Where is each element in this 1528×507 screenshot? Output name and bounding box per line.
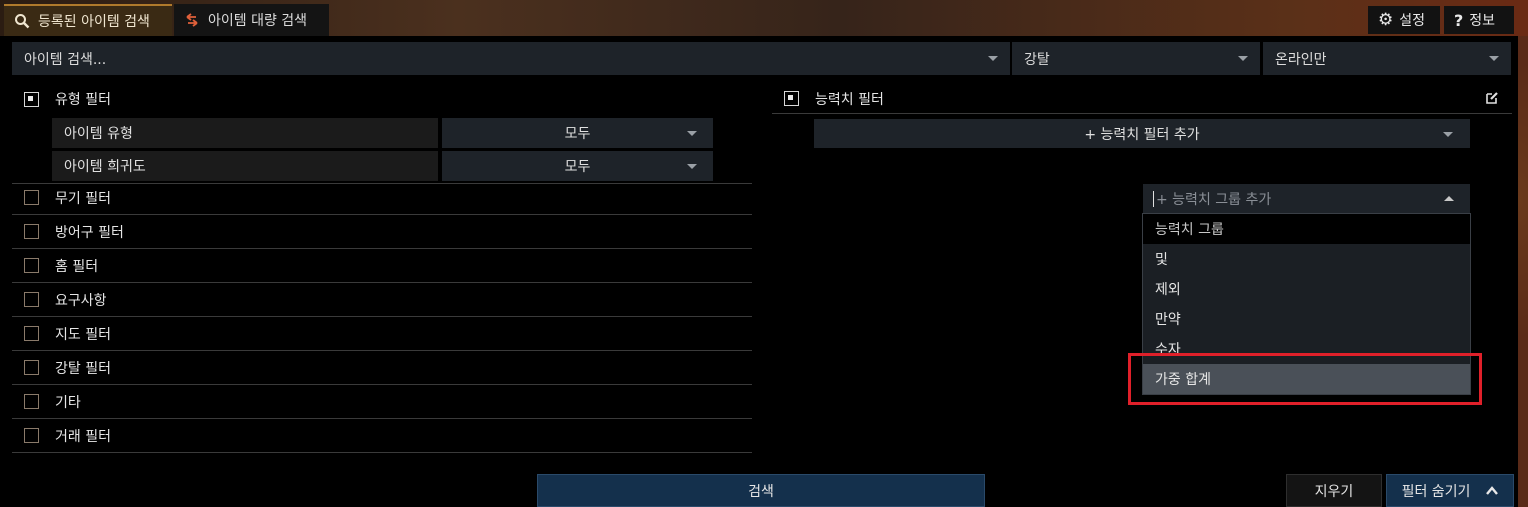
edit-icon[interactable] — [1485, 91, 1499, 105]
stat-group-input[interactable]: + 능력치 그룹 추가 — [1143, 184, 1470, 213]
group-checkbox[interactable] — [24, 190, 39, 205]
group-checkbox[interactable] — [24, 292, 39, 307]
chevron-down-icon — [1443, 132, 1453, 137]
item-rarity-select[interactable]: 모두 — [442, 151, 713, 181]
tab-registered-item-search[interactable]: 등록된 아이템 검색 — [4, 4, 172, 36]
gear-icon: ⚙ — [1378, 9, 1394, 30]
tab-label: 아이템 대량 검색 — [208, 13, 308, 29]
stat-filter-checkbox[interactable] — [784, 91, 799, 106]
hide-filters-button[interactable]: 필터 숨기기 — [1386, 474, 1514, 507]
map-filter-group[interactable]: 지도 필터 — [12, 317, 752, 351]
clear-button[interactable]: 지우기 — [1286, 474, 1382, 507]
group-checkbox[interactable] — [24, 428, 39, 443]
group-checkbox[interactable] — [24, 394, 39, 409]
chevron-down-icon — [687, 131, 697, 136]
chevron-down-icon — [988, 56, 998, 61]
group-checkbox[interactable] — [24, 326, 39, 341]
text-cursor — [1153, 190, 1154, 207]
trade-filter-group[interactable]: 거래 필터 — [12, 419, 752, 453]
chevron-up-icon — [1486, 485, 1499, 495]
question-icon: ? — [1454, 10, 1464, 30]
category-select[interactable]: 강탈 — [1012, 42, 1260, 75]
heist-filter-group[interactable]: 강탈 필터 — [12, 351, 752, 385]
option-not[interactable]: 제외 — [1143, 274, 1470, 304]
group-checkbox[interactable] — [24, 258, 39, 273]
group-checkbox[interactable] — [24, 224, 39, 239]
tab-label: 등록된 아이템 검색 — [38, 14, 150, 30]
misc-filter-group[interactable]: 기타 — [12, 385, 752, 419]
tab-bulk-item-search[interactable]: 아이템 대량 검색 — [174, 4, 329, 36]
settings-button[interactable]: ⚙ 설정 — [1368, 6, 1440, 34]
highlight-box — [1128, 353, 1482, 405]
weapon-filter-group[interactable]: 무기 필터 — [12, 181, 752, 215]
status-select[interactable]: 온라인만 — [1263, 42, 1511, 75]
group-checkbox[interactable] — [24, 360, 39, 375]
item-type-select[interactable]: 모두 — [442, 118, 713, 148]
type-filter-checkbox[interactable] — [24, 91, 39, 107]
item-type-label: 아이템 유형 — [52, 118, 438, 148]
armour-filter-group[interactable]: 방어구 필터 — [12, 215, 752, 249]
dropdown-header: 능력치 그룹 — [1143, 214, 1470, 244]
search-button[interactable]: 검색 — [537, 474, 985, 507]
search-icon — [15, 14, 30, 29]
chevron-down-icon — [1238, 56, 1248, 61]
item-search-input[interactable]: 아이템 검색... — [12, 42, 1010, 75]
socket-filter-group[interactable]: 홈 필터 — [12, 249, 752, 283]
stat-filter-header[interactable]: 능력치 필터 — [772, 84, 1512, 114]
chevron-down-icon — [687, 164, 697, 169]
add-stat-filter-select[interactable]: + 능력치 필터 추가 — [814, 119, 1470, 148]
chevron-up-icon — [1444, 196, 1454, 201]
item-rarity-label: 아이템 희귀도 — [52, 151, 438, 181]
type-filter-header[interactable]: 유형 필터 — [12, 84, 752, 114]
option-and[interactable]: 및 — [1143, 244, 1470, 274]
requirements-filter-group[interactable]: 요구사항 — [12, 283, 752, 317]
about-button[interactable]: ? 정보 — [1444, 6, 1514, 34]
option-if[interactable]: 만약 — [1143, 304, 1470, 334]
chevron-down-icon — [1489, 56, 1499, 61]
exchange-arrows-icon — [186, 13, 198, 27]
